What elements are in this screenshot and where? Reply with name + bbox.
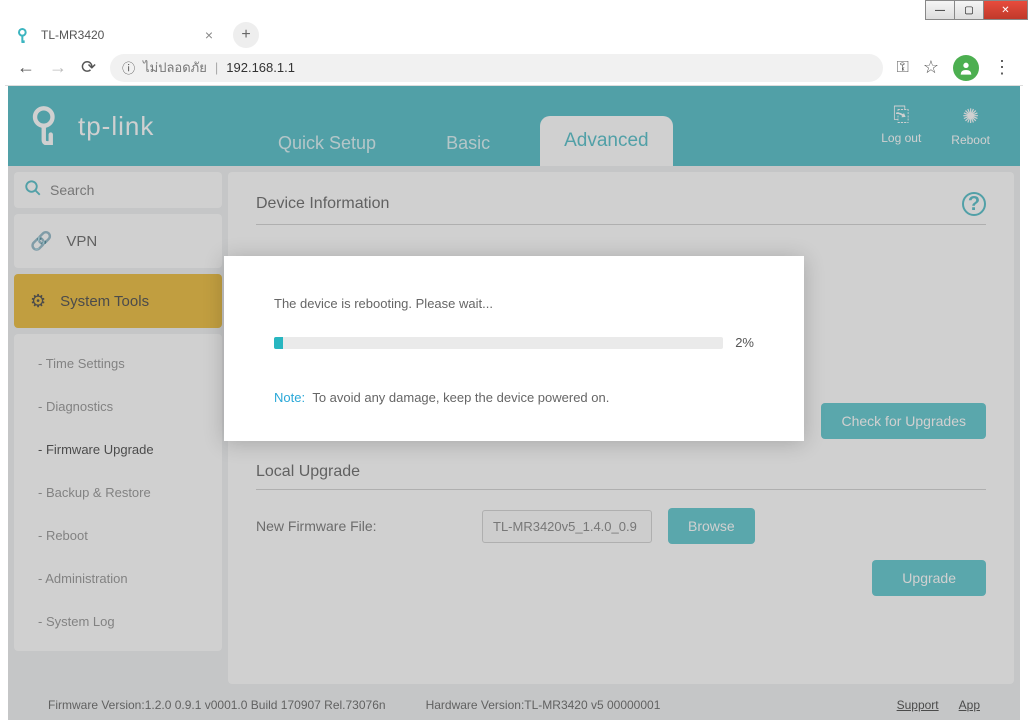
reload-button[interactable]: ⟳: [81, 57, 96, 78]
reboot-modal: The device is rebooting. Please wait... …: [224, 256, 804, 441]
modal-note: Note: To avoid any damage, keep the devi…: [274, 390, 754, 405]
note-text: To avoid any damage, keep the device pow…: [312, 390, 609, 405]
browser-menu-icon[interactable]: ⋮: [993, 57, 1011, 78]
tab-close-icon[interactable]: ×: [205, 27, 213, 43]
note-label: Note:: [274, 390, 305, 405]
browser-tab[interactable]: TL-MR3420 ×: [5, 21, 225, 49]
close-window-button[interactable]: ✕: [983, 0, 1028, 20]
progress-row: 2%: [274, 335, 754, 350]
modal-message: The device is rebooting. Please wait...: [274, 296, 754, 311]
separator: |: [215, 60, 218, 75]
key-icon[interactable]: ⚿: [897, 59, 909, 77]
new-tab-button[interactable]: +: [233, 22, 259, 48]
browser-tab-bar: TL-MR3420 × +: [5, 20, 1023, 50]
tab-title: TL-MR3420: [41, 28, 197, 42]
back-button[interactable]: ←: [17, 57, 35, 78]
bookmark-icon[interactable]: ☆: [923, 57, 939, 78]
forward-button[interactable]: →: [49, 57, 67, 78]
maximize-button[interactable]: ▢: [954, 0, 984, 20]
progress-bar: [274, 337, 723, 349]
info-icon: ⓘ: [122, 58, 135, 77]
address-bar[interactable]: ⓘ ไม่ปลอดภัย | 192.168.1.1: [110, 54, 883, 82]
browser-toolbar: ← → ⟳ ⓘ ไม่ปลอดภัย | 192.168.1.1 ⚿ ☆ ⋮: [5, 50, 1023, 86]
progress-fill: [274, 337, 283, 349]
window-controls: — ▢ ✕: [926, 0, 1028, 20]
modal-overlay: The device is rebooting. Please wait... …: [8, 86, 1020, 720]
security-text: ไม่ปลอดภัย: [143, 57, 207, 78]
url-text: 192.168.1.1: [226, 60, 295, 75]
minimize-button[interactable]: —: [925, 0, 955, 20]
profile-avatar[interactable]: [953, 55, 979, 81]
tab-favicon-icon: [17, 27, 33, 43]
progress-percent: 2%: [735, 335, 754, 350]
